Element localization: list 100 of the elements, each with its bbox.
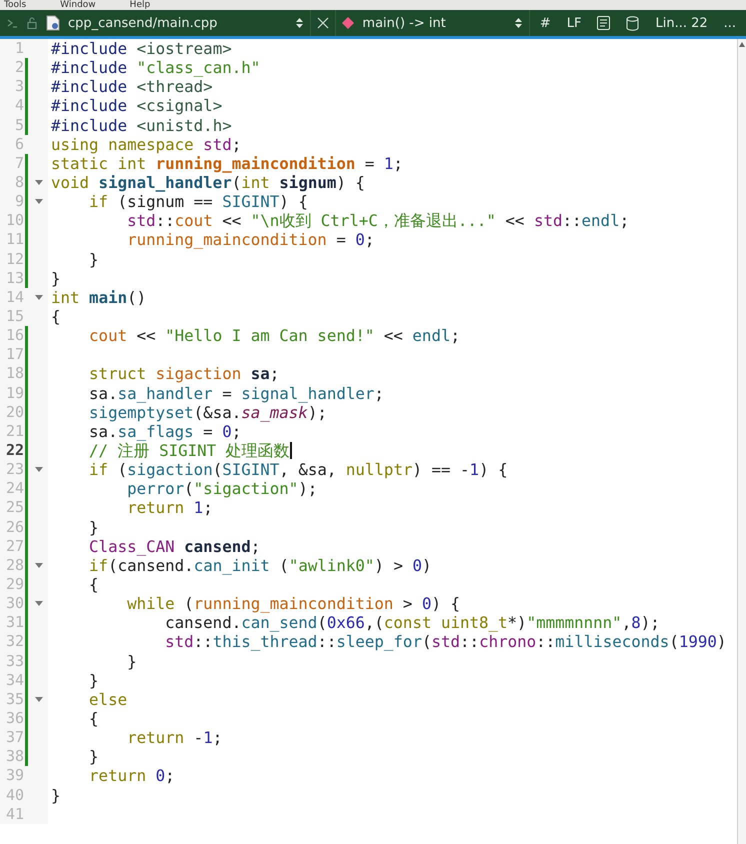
line-number: 10 [4,211,24,230]
code-line: running_maincondition = 0; [126,230,374,250]
code-line: } [88,250,99,269]
line-number: 8 [14,173,24,192]
line-number: 25 [4,498,24,518]
code-line: cansend.can_send(0x66,(const uint8_t*)"mmmmnnnn",8); [164,613,660,632]
lock-icon[interactable] [26,17,38,29]
line-number: 24 [4,479,24,498]
line-number: 13 [4,268,24,288]
close-icon[interactable] [317,17,330,29]
line-number: 21 [4,422,24,441]
code-line: Class_CAN cansend; [88,536,260,556]
cursor-position[interactable]: Lin... 22 [655,16,708,30]
fold-arrow-icon[interactable] [35,467,43,472]
code-line: sa.sa_handler = signal_handler; [88,384,384,403]
code-line: } [50,268,61,288]
line-number: 4 [14,96,24,116]
fold-arrow-icon[interactable] [35,294,43,300]
line-number: 38 [4,747,24,766]
line-number: 15 [4,307,24,326]
line-number: 33 [4,652,24,671]
fold-arrow-icon[interactable] [35,696,43,702]
code-line: if (sigaction(SIGINT, &sa, nullptr) == -1) { [88,460,508,480]
line-number: 35 [4,690,24,709]
line-number: 29 [4,575,24,594]
line-number: 3 [14,77,24,96]
code-line: std::cout << "\n收到 Ctrl+C，准备退出..." << std::endl; [126,211,630,230]
updown-arrow-icon[interactable] [295,16,304,30]
file-name[interactable]: cpp_cansend/main.cpp [68,16,218,30]
line-number: 20 [4,402,24,422]
line-number: 11 [4,230,24,250]
updown-arrow-icon[interactable] [514,16,523,30]
fold-arrow-icon[interactable] [35,601,43,606]
line-number: 16 [4,326,24,346]
line-number: 39 [4,766,24,786]
code-line: return 1; [126,498,213,518]
lines-icon[interactable] [597,16,610,30]
line-number: 18 [4,364,24,384]
file-icon [46,15,60,31]
menu-item[interactable]: Tools [4,0,26,10]
database-icon[interactable] [626,16,640,30]
line-number: 5 [14,116,24,135]
code-line: using namespace std; [50,134,242,154]
code-line: while (running_maincondition > 0) { [126,594,460,614]
code-line: // 注册 SIGINT 处理函数 [88,441,292,460]
fold-arrow-icon[interactable] [35,562,43,568]
line-number: 17 [4,345,24,364]
line-number: 2 [14,58,24,78]
code-line: } [88,518,99,537]
line-number: 7 [14,154,24,173]
line-number: 32 [4,632,24,652]
code-line: else [88,690,128,709]
fold-arrow-icon[interactable] [35,199,43,204]
code-line: #include <unistd.h> [50,116,232,135]
code-line: } [50,785,61,805]
code-line: static int running_maincondition = 1; [50,154,403,173]
line-ending-label[interactable]: LF [566,16,582,30]
line-number: 19 [4,384,24,403]
code-line: return -1; [126,728,222,748]
code-line: struct sigaction sa; [88,364,280,384]
code-line: perror("sigaction"); [126,479,318,498]
code-line: std::this_thread::sleep_for(std::chrono::milliseconds(1990) [164,632,726,652]
code-line: void signal_handler(int signum) { [50,173,365,192]
code-line: { [88,574,99,594]
code-line: #include <iostream> [50,39,232,58]
line-number: 23 [4,460,24,480]
code-line: } [88,670,99,690]
symbol-name[interactable]: main() -> int [362,16,446,30]
line-number: 9 [14,192,24,212]
code-line: if(cansend.can_init ("awlink0") > 0) [88,556,432,575]
line-number: 12 [4,250,24,269]
line-number: 26 [4,518,24,537]
line-number: 27 [4,536,24,556]
code-line: { [88,708,99,728]
code-line: #include <thread> [50,77,213,96]
line-number: 6 [14,134,24,154]
code-line: sigemptyset(&sa.sa_mask); [88,402,327,422]
scroll-up-arrow-icon[interactable] [739,42,745,47]
terminal-icon[interactable] [6,17,18,29]
code-line: if (signum == SIGINT) { [88,192,308,212]
line-number: 14 [4,288,24,307]
code-line: #include <csignal> [50,96,222,116]
code-line: { [50,306,61,326]
encoding-label[interactable]: # [540,16,551,30]
code-line: #include "class_can.h" [50,58,260,78]
menu-item[interactable]: Help [130,0,150,10]
code-line: } [88,747,99,766]
menu-item[interactable]: Window [60,0,96,10]
line-number: 28 [4,556,24,575]
line-number: 22 [4,441,24,460]
more-label[interactable]: ... [724,16,736,30]
line-number: 31 [4,613,24,632]
code-line: cout << "Hello I am Can send!" << endl; [88,326,460,346]
code-line: } [126,652,137,671]
line-number: 36 [4,708,24,728]
code-line: return 0; [88,766,175,786]
line-number: 40 [4,786,24,805]
line-number: 34 [4,670,24,690]
code-line: int main() [50,288,146,307]
fold-arrow-icon[interactable] [35,180,43,186]
